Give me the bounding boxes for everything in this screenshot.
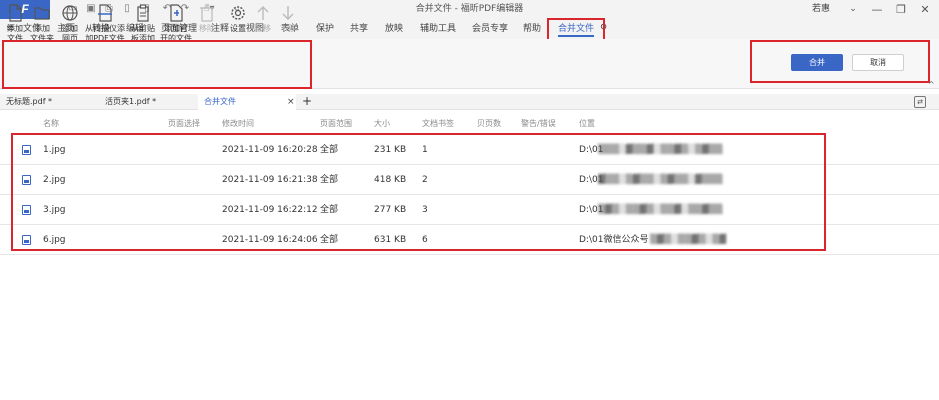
- file-table-header: 名称 页面选择 修改时间 页面范围 大小 文档书签 贝页数 警告/错误 位置: [0, 115, 939, 133]
- column-header-page-select[interactable]: 页面选择: [168, 115, 200, 133]
- account-chevron-icon[interactable]: ⌄: [844, 0, 862, 19]
- settings-button[interactable]: 设置: [228, 4, 248, 34]
- menu-present[interactable]: 放映: [385, 19, 403, 39]
- column-header-size[interactable]: 大小: [374, 115, 390, 133]
- column-header-location[interactable]: 位置: [579, 115, 595, 133]
- column-header-warnings[interactable]: 警告/错误: [521, 115, 556, 133]
- gear-icon: [231, 6, 245, 20]
- add-from-clipboard-button[interactable]: 从剪贴 板添加: [128, 4, 158, 44]
- menu-help[interactable]: 帮助: [523, 19, 541, 39]
- column-header-page-range[interactable]: 页面范围: [320, 115, 352, 133]
- highlight-box-file-list: [11, 133, 826, 251]
- tab-merge-files[interactable]: 合并文件: [198, 94, 296, 110]
- tab-close-icon[interactable]: ×: [287, 94, 295, 110]
- column-header-name[interactable]: 名称: [43, 115, 59, 133]
- minimize-icon[interactable]: —: [868, 0, 886, 19]
- globe-icon: [62, 5, 78, 21]
- remove-label: 移除: [199, 24, 215, 33]
- add-folder-button[interactable]: 添加 文件夹: [28, 4, 56, 44]
- remove-icon: [200, 4, 214, 22]
- close-window-icon[interactable]: ✕: [916, 0, 934, 19]
- move-up-button[interactable]: 上移: [253, 4, 273, 34]
- add-from-scanner-button[interactable]: 从扫描仪添 加PDF文件: [84, 4, 126, 44]
- scanner-icon: [98, 4, 112, 22]
- new-tab-icon[interactable]: +: [302, 93, 312, 109]
- menu-share[interactable]: 共享: [350, 19, 368, 39]
- highlight-box-actions: [750, 40, 930, 83]
- highlight-box-toolbar: [2, 40, 312, 89]
- move-down-label: 下移: [280, 24, 296, 33]
- tab-list-icon[interactable]: ⇄: [914, 96, 926, 108]
- clipboard-icon: [137, 4, 149, 22]
- menu-member[interactable]: 会员专享: [472, 19, 508, 39]
- tab-untitled-pdf[interactable]: 无标题.pdf *: [0, 94, 96, 110]
- restore-icon[interactable]: ❐: [892, 0, 910, 19]
- move-up-label: 上移: [255, 24, 271, 33]
- column-header-modified[interactable]: 修改时间: [222, 115, 254, 133]
- column-header-page-count[interactable]: 贝页数: [477, 115, 501, 133]
- open-file-icon: [170, 4, 183, 22]
- add-file-button[interactable]: 添加 文件: [4, 4, 26, 44]
- remove-button[interactable]: 移除: [196, 4, 218, 34]
- add-file-icon: [9, 4, 22, 22]
- move-down-button[interactable]: 下移: [278, 4, 298, 34]
- column-header-bookmark[interactable]: 文档书签: [422, 115, 454, 133]
- menu-accessibility[interactable]: 辅助工具: [420, 19, 456, 39]
- settings-label: 设置: [230, 24, 246, 33]
- collapse-ribbon-icon[interactable]: ^: [928, 80, 935, 89]
- user-name[interactable]: 若惠: [812, 0, 830, 19]
- add-folder-icon: [34, 7, 50, 20]
- tab-binder-pdf[interactable]: 活页夹1.pdf *: [99, 94, 195, 110]
- add-webpage-button[interactable]: 添加 网页: [58, 4, 82, 44]
- add-open-files-button[interactable]: 添加打 开的文件: [159, 4, 193, 44]
- move-down-icon: [282, 6, 294, 20]
- menu-protect[interactable]: 保护: [316, 19, 334, 39]
- move-up-icon: [257, 6, 269, 20]
